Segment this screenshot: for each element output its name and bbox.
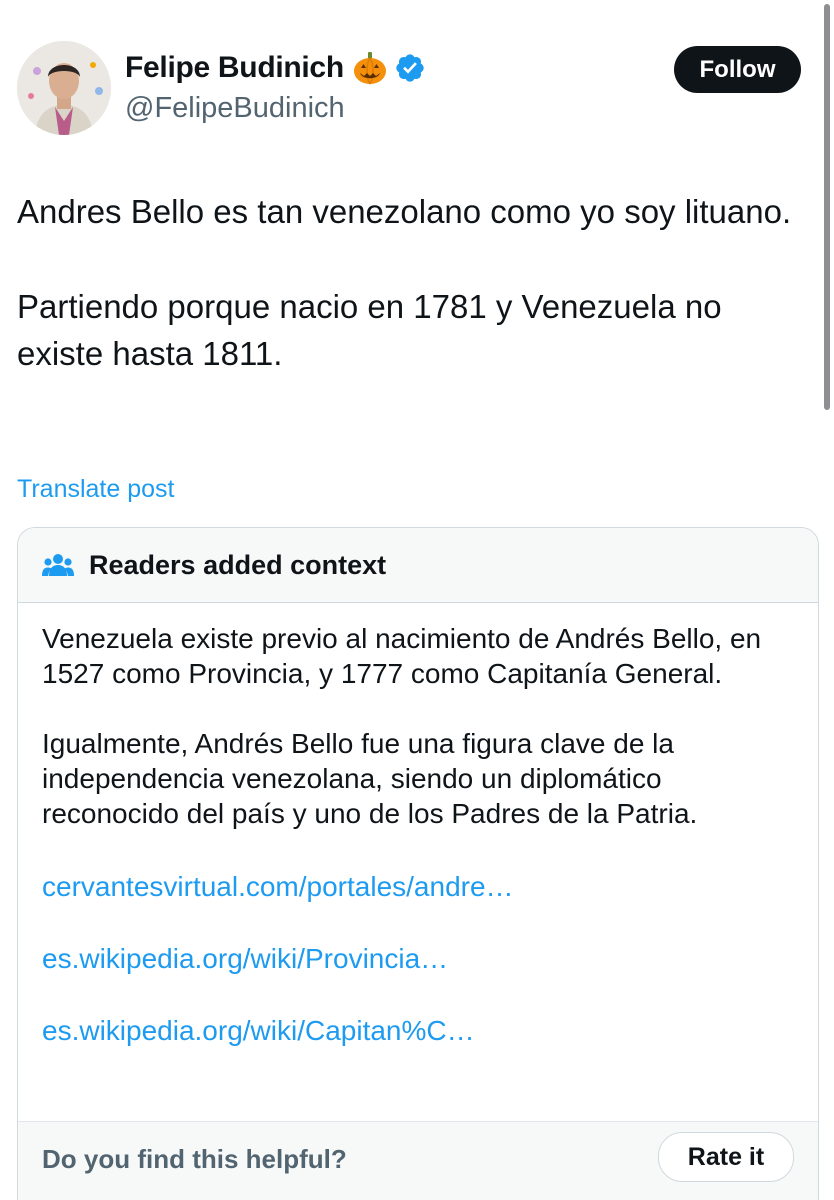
note-paragraph: Igualmente, Andrés Bello fue una figura … [42,728,698,829]
post-paragraph: Partiendo porque nacio en 1781 y Venezue… [17,287,722,373]
post-text: Andres Bello es tan venezolano como yo s… [17,188,807,378]
author-display-name[interactable]: Felipe Budinich [125,51,344,85]
community-note-header: Readers added context [18,528,818,603]
scrollbar-thumb[interactable] [824,4,830,410]
jack-o-lantern-icon [352,50,388,86]
note-source-link[interactable]: es.wikipedia.org/wiki/Provincia… [42,941,794,976]
post-paragraph: Andres Bello es tan venezolano como yo s… [17,193,792,230]
post-view: Felipe Budinich @FelipeBudinich Follow A… [0,0,834,1200]
avatar-photo [17,41,111,135]
community-note-body: Venezuela existe previo al nacimiento de… [18,603,818,1048]
author-name-row[interactable]: Felipe Budinich [125,50,426,86]
rate-it-button[interactable]: Rate it [658,1132,794,1182]
community-note-title: Readers added context [89,549,387,580]
note-source-link[interactable]: cervantesvirtual.com/portales/andre… [42,869,794,904]
verified-badge-icon[interactable] [394,52,426,84]
community-note-card: Readers added context Venezuela existe p… [17,527,819,1200]
avatar[interactable] [17,41,111,135]
helpful-prompt: Do you find this helpful? [42,1144,347,1174]
author-handle[interactable]: @FelipeBudinich [125,92,345,125]
people-icon [42,552,74,578]
helpful-prompt-row: Do you find this helpful? Rate it [18,1121,818,1200]
translate-post-link[interactable]: Translate post [17,475,174,504]
follow-button[interactable]: Follow [674,46,801,93]
note-source-link[interactable]: es.wikipedia.org/wiki/Capitan%C… [42,1013,794,1048]
note-paragraph: Venezuela existe previo al nacimiento de… [42,623,762,689]
